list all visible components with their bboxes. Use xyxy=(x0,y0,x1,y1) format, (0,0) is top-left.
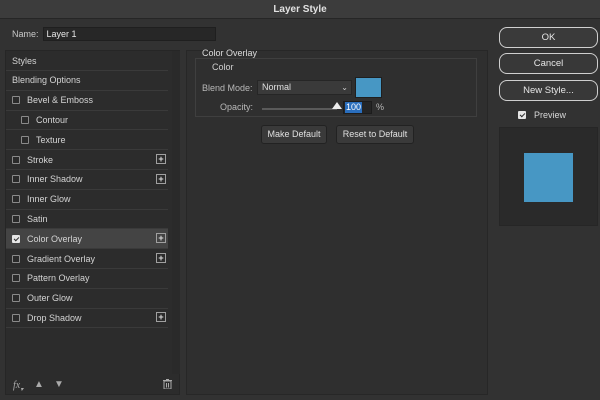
chevron-down-icon: ⌄ xyxy=(341,83,348,92)
style-item-label: Outer Glow xyxy=(27,293,73,304)
styles-panel: Styles Blending Options Bevel & Emboss Cont… xyxy=(5,50,180,395)
style-item[interactable]: Inner Glow xyxy=(6,190,168,210)
style-item[interactable]: Blending Options xyxy=(6,71,168,91)
preview-swatch xyxy=(524,153,573,202)
style-item-label: Drop Shadow xyxy=(27,312,82,323)
make-default-button[interactable]: Make Default xyxy=(261,125,327,144)
opacity-slider-track[interactable] xyxy=(262,108,337,110)
style-item[interactable]: Satin xyxy=(6,209,168,230)
opacity-input[interactable]: 100 xyxy=(343,101,372,114)
styles-footer: fx▾ ▲ ▼ xyxy=(6,377,179,395)
add-effect-icon[interactable]: + xyxy=(156,312,166,323)
ok-button[interactable]: OK xyxy=(499,27,598,48)
style-checkbox[interactable] xyxy=(12,175,20,184)
name-row: Name: Layer 1 xyxy=(12,27,216,41)
style-item-label: Styles xyxy=(12,55,37,66)
cancel-button[interactable]: Cancel xyxy=(499,53,598,74)
style-item-label: Inner Glow xyxy=(27,194,71,205)
blend-mode-value: Normal xyxy=(262,82,292,92)
preview-label: Preview xyxy=(534,110,567,120)
opacity-value: 100 xyxy=(345,102,363,113)
style-item[interactable]: Color Overlay + xyxy=(6,229,168,250)
name-label: Name: xyxy=(12,29,39,39)
style-checkbox[interactable] xyxy=(12,214,20,223)
style-checkbox[interactable] xyxy=(21,135,29,144)
style-item-label: Color Overlay xyxy=(27,233,83,244)
style-checkbox[interactable] xyxy=(12,195,20,204)
style-item-label: Gradient Overlay xyxy=(27,253,96,264)
style-item-label: Bevel & Emboss xyxy=(27,95,94,106)
reset-to-default-button[interactable]: Reset to Default xyxy=(336,125,414,144)
blend-mode-select[interactable]: Normal ⌄ xyxy=(257,80,352,95)
style-checkbox[interactable] xyxy=(12,254,20,263)
style-checkbox[interactable] xyxy=(12,234,20,243)
style-item[interactable]: Gradient Overlay + xyxy=(6,249,168,269)
section-title: Color Overlay xyxy=(202,48,258,58)
trash-icon[interactable] xyxy=(163,379,172,392)
opacity-unit: % xyxy=(376,102,385,112)
styles-scrollbar[interactable] xyxy=(172,51,180,374)
add-effect-icon[interactable]: + xyxy=(156,253,166,263)
add-effect-icon[interactable]: + xyxy=(156,173,166,184)
preview-checkbox[interactable] xyxy=(518,111,526,119)
style-item[interactable]: Stroke + xyxy=(6,150,168,170)
arrow-down-icon[interactable]: ▼ xyxy=(54,379,64,390)
preview-toggle[interactable]: Preview xyxy=(518,110,566,120)
style-checkbox[interactable] xyxy=(12,96,20,105)
style-checkbox[interactable] xyxy=(12,274,20,283)
style-checkbox[interactable] xyxy=(21,115,29,124)
style-item-label: Blending Options xyxy=(12,75,81,86)
window-title: Layer Style xyxy=(273,3,327,15)
style-item-label: Pattern Overlay xyxy=(27,273,90,284)
window-titlebar: Layer Style xyxy=(0,0,600,19)
style-item[interactable]: Outer Glow xyxy=(6,289,168,309)
style-item[interactable]: Drop Shadow + xyxy=(6,308,168,329)
style-item[interactable]: Texture xyxy=(6,130,168,151)
blend-mode-label: Blend Mode: xyxy=(202,83,253,93)
style-item[interactable]: Contour xyxy=(6,110,168,131)
style-checkbox[interactable] xyxy=(12,294,20,303)
style-item[interactable]: Bevel & Emboss xyxy=(6,91,168,111)
opacity-label: Opacity: xyxy=(220,102,254,112)
style-item-label: Stroke xyxy=(27,154,54,165)
overlay-color-swatch[interactable] xyxy=(355,77,382,98)
fx-menu-button[interactable]: fx▾ xyxy=(13,379,23,393)
style-item-label: Contour xyxy=(36,114,69,125)
name-input[interactable]: Layer 1 xyxy=(42,27,216,41)
style-checkbox[interactable] xyxy=(12,155,20,164)
opacity-slider-thumb[interactable] xyxy=(332,102,342,109)
style-item[interactable]: Styles xyxy=(6,51,168,71)
style-item[interactable]: Pattern Overlay xyxy=(6,269,168,289)
arrow-up-icon[interactable]: ▲ xyxy=(34,379,44,390)
style-item[interactable]: Inner Shadow + xyxy=(6,170,168,190)
add-effect-icon[interactable]: + xyxy=(156,233,166,244)
style-item-label: Texture xyxy=(36,134,66,145)
add-effect-icon[interactable]: + xyxy=(156,154,166,164)
style-checkbox[interactable] xyxy=(12,313,20,322)
new-style-button[interactable]: New Style... xyxy=(499,80,598,101)
style-item-label: Satin xyxy=(27,213,48,224)
style-item-label: Inner Shadow xyxy=(27,174,83,185)
group-title: Color xyxy=(210,62,236,72)
